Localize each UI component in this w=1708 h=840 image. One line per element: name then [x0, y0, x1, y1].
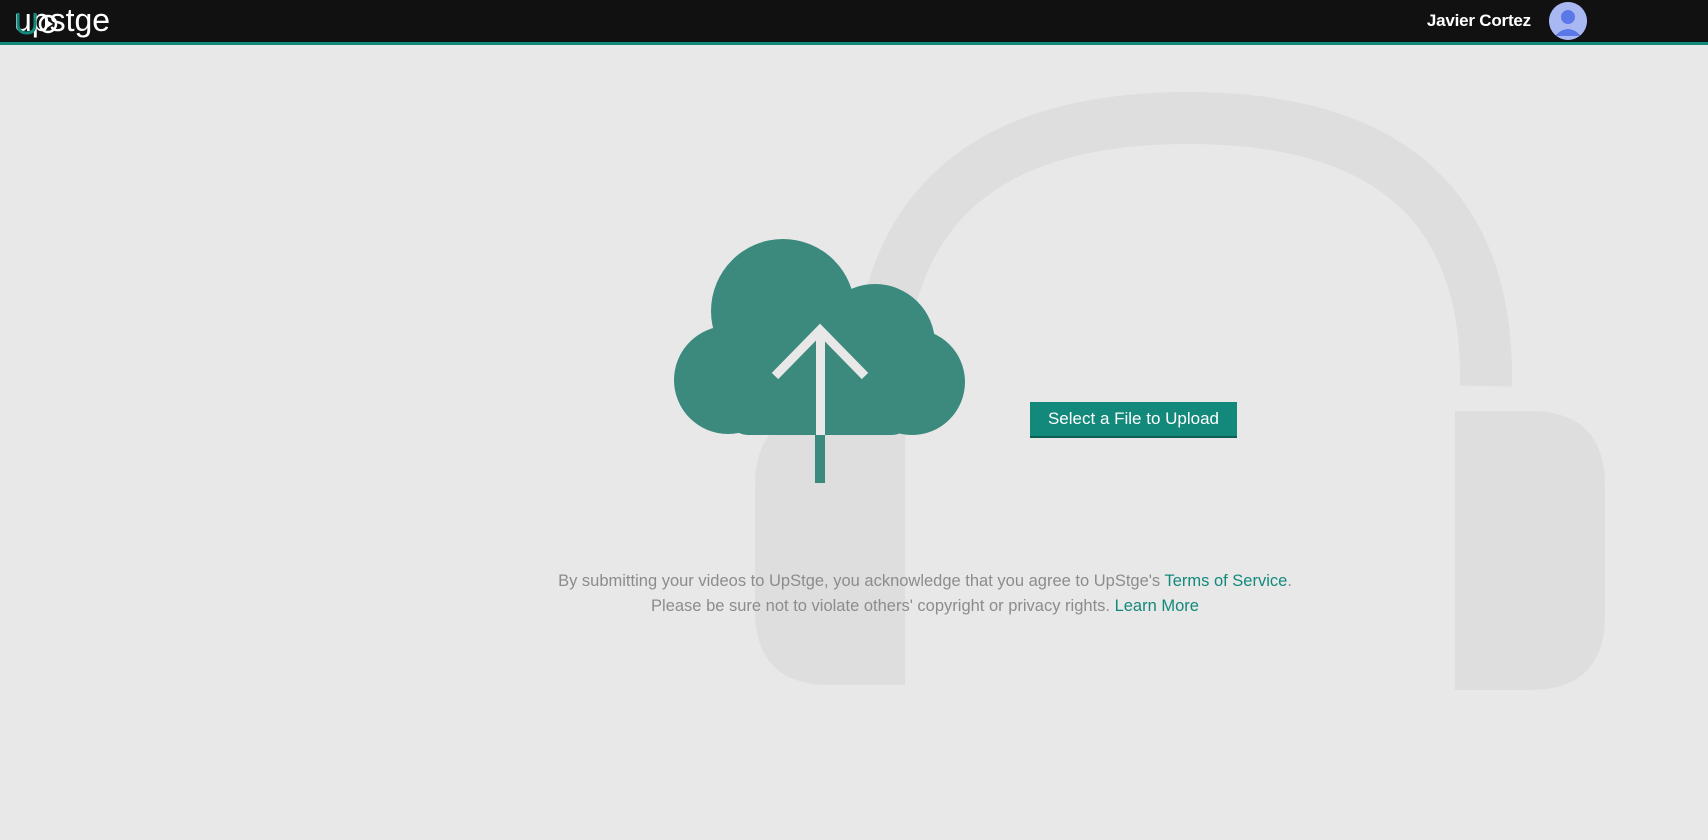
- select-file-upload-button[interactable]: Select a File to Upload: [1030, 402, 1237, 438]
- upstge-logo[interactable]: upstge: [14, 2, 164, 42]
- disclaimer-text-1: By submitting your videos to UpStge, you…: [558, 572, 1165, 590]
- terms-of-service-link[interactable]: Terms of Service: [1164, 572, 1287, 590]
- disclaimer-line-2: Please be sure not to violate others' co…: [0, 594, 1708, 619]
- disclaimer-period: .: [1287, 572, 1292, 590]
- upload-area: Select a File to Upload By submitting yo…: [0, 48, 1708, 840]
- learn-more-link[interactable]: Learn More: [1115, 597, 1199, 615]
- user-avatar-icon[interactable]: [1549, 2, 1587, 40]
- user-name[interactable]: Javier Cortez: [1427, 11, 1531, 31]
- cloud-upload-icon[interactable]: [670, 238, 970, 498]
- upload-disclaimer: By submitting your videos to UpStge, you…: [0, 569, 1708, 619]
- disclaimer-line-1: By submitting your videos to UpStge, you…: [0, 569, 1708, 594]
- top-navigation-bar: upstge Javier Cortez: [0, 0, 1708, 45]
- disclaimer-text-2: Please be sure not to violate others' co…: [651, 597, 1115, 615]
